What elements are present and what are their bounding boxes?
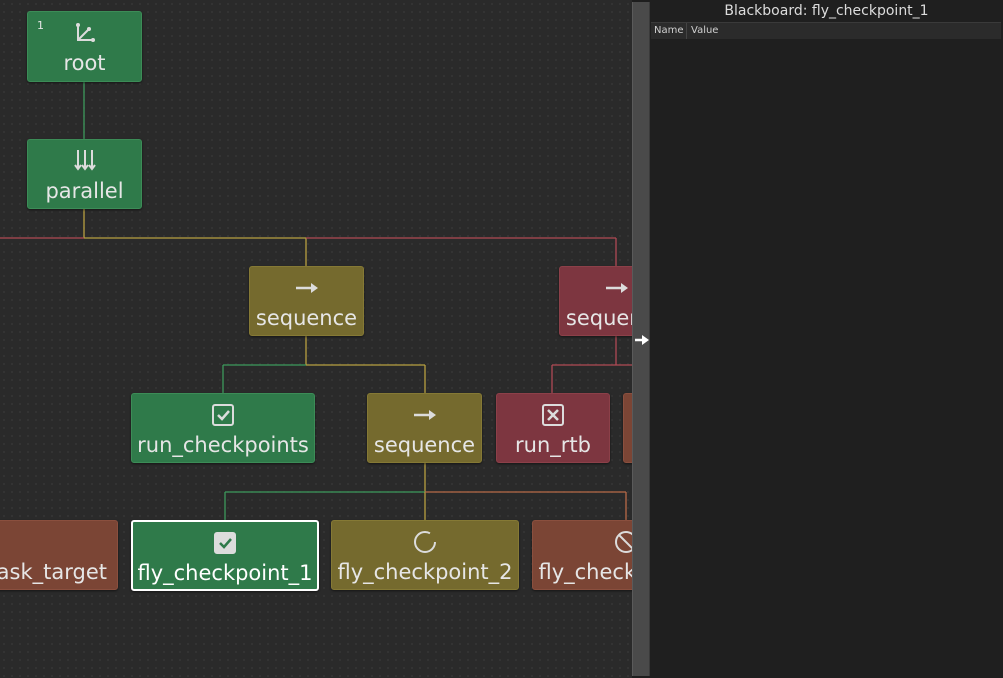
node-sequence-right[interactable]: sequence xyxy=(559,266,632,336)
node-fly-checkpoint-2[interactable]: fly_checkpoint_2 xyxy=(331,520,519,590)
node-label: run_rtb xyxy=(515,433,591,457)
node-label: root xyxy=(63,51,106,75)
panel-splitter[interactable] xyxy=(632,2,650,676)
node-label: task_target xyxy=(0,560,107,584)
sequence-arrow-icon xyxy=(295,283,318,293)
column-header-value[interactable]: Value xyxy=(688,23,1001,39)
node-label: sequence xyxy=(565,306,632,330)
node-task-target[interactable]: task_target xyxy=(0,520,118,590)
collapse-arrow-icon[interactable] xyxy=(634,332,650,348)
node-label: fly_checkpoint_2 xyxy=(337,560,513,584)
selector-icon xyxy=(75,23,95,42)
blackboard-table-header: Name Value xyxy=(651,22,1001,40)
node-label: parallel xyxy=(45,179,124,203)
node-sequence-inner[interactable]: sequence xyxy=(367,393,482,463)
blackboard-table-body[interactable] xyxy=(651,39,1001,676)
checkbox-failed-icon xyxy=(542,404,564,426)
sequence-arrow-icon xyxy=(605,283,628,293)
checkbox-checked-icon xyxy=(212,404,234,426)
node-fly-checkpoint-1[interactable]: fly_checkpoint_1 xyxy=(131,520,319,591)
node-run-checkpoints[interactable]: run_checkpoints xyxy=(131,393,315,463)
checkbox-checked-icon xyxy=(214,532,236,554)
node-clipped-right[interactable] xyxy=(623,393,632,463)
node-label: sequence xyxy=(373,433,476,457)
node-label: sequence xyxy=(255,306,358,330)
node-label: run_checkpoints xyxy=(137,433,309,457)
node-index: 1 xyxy=(37,19,44,32)
parallel-icon xyxy=(73,150,96,171)
node-label: fly_checkpoint_3 xyxy=(538,560,632,584)
node-parallel[interactable]: parallel xyxy=(27,139,142,209)
node-sequence-main[interactable]: sequence xyxy=(249,266,364,336)
node-root[interactable]: 1 root xyxy=(27,11,142,82)
sequence-arrow-icon xyxy=(413,410,436,420)
running-circle-icon xyxy=(414,531,436,553)
blackboard-panel: Blackboard: fly_checkpoint_1 Name Value xyxy=(650,0,1003,678)
blackboard-title: Blackboard: fly_checkpoint_1 xyxy=(724,3,929,19)
column-header-name[interactable]: Name xyxy=(651,23,687,39)
node-label: fly_checkpoint_1 xyxy=(137,561,313,585)
node-run-rtb[interactable]: run_rtb xyxy=(496,393,610,463)
behavior-tree-canvas[interactable]: 1 root parallel sequence sequence xyxy=(0,0,632,678)
invalid-circle-icon xyxy=(615,531,632,553)
node-fly-checkpoint-3[interactable]: fly_checkpoint_3 xyxy=(532,520,632,590)
